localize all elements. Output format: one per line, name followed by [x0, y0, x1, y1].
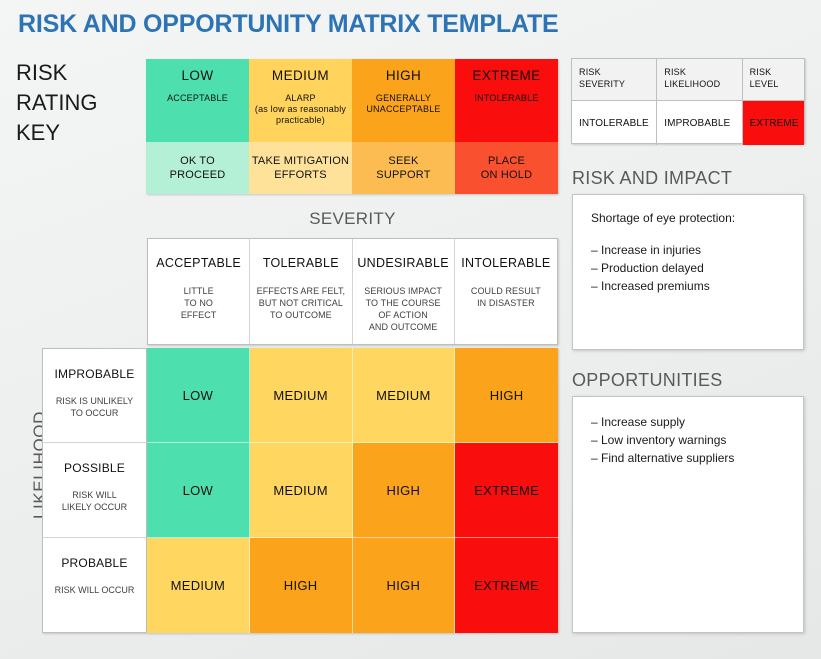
key-heading-line-3: KEY [16, 120, 61, 145]
matrix-cell-r3-c3[interactable]: HIGH [352, 538, 456, 633]
likelihood-label-column: IMPROBABLE RISK IS UNLIKELY TO OCCUR POSSIB… [42, 348, 147, 633]
severity-column-name: INTOLERABLE [461, 256, 551, 270]
summary-value-1: INTOLERABLE [572, 101, 658, 145]
key-action-medium: TAKE MITIGATION EFFORTS [249, 142, 352, 194]
key-level-name: HIGH [385, 68, 422, 83]
severity-column-intolerable: INTOLERABLE COULD RESULT IN DISASTER [455, 239, 557, 344]
key-level-medium: MEDIUM ALARP (as low as reasonably practica… [249, 59, 352, 142]
key-level-low: LOW ACCEPTABLE [146, 59, 249, 142]
key-action-high: SEEK SUPPORT [352, 142, 455, 194]
key-level-name: EXTREME [472, 68, 541, 83]
key-action-extreme: PLACE ON HOLD [455, 142, 558, 194]
matrix-cell-r3-c1[interactable]: MEDIUM [147, 538, 250, 633]
summary-header-3: RISK LEVEL [742, 59, 804, 101]
matrix-cell-r2-c1[interactable]: LOW [147, 443, 250, 538]
matrix-cell-r2-c4[interactable]: EXTREME [455, 443, 558, 538]
likelihood-row-name: IMPROBABLE [54, 367, 135, 381]
key-level-extreme: EXTREME INTOLERABLE [455, 59, 558, 142]
matrix-cell-r3-c2[interactable]: HIGH [249, 538, 353, 633]
opportunities-panel: – Increase supply – Low inventory warning… [572, 396, 804, 633]
severity-column-tolerable: TOLERABLE EFFECTS ARE FELT, BUT NOT CRITIC… [250, 239, 353, 344]
risk-and-impact-item: – Increased premiums [591, 279, 710, 293]
key-level-high: HIGH GENERALLY UNACCEPTABLE [352, 59, 455, 142]
risk-and-impact-panel: Shortage of eye protection: – Increase i… [572, 194, 804, 350]
key-action-text: OK TO PROCEED [169, 155, 226, 181]
page-title: RISK AND OPPORTUNITY MATRIX TEMPLATE [18, 10, 559, 38]
key-level-descriptor: GENERALLY UNACCEPTABLE [366, 93, 441, 114]
key-action-text: SEEK SUPPORT [376, 155, 431, 181]
summary-header-1: RISK SEVERITY [572, 59, 658, 101]
matrix-cell-r3-c4[interactable]: EXTREME [455, 538, 558, 633]
opportunities-item: – Low inventory warnings [591, 433, 727, 447]
risk-rating-key-table: LOW ACCEPTABLE MEDIUM ALARP (as low as reaso… [146, 59, 558, 194]
risk-and-impact-list: – Increase in injuries – Production delay… [591, 241, 785, 295]
severity-column-description: COULD RESULT IN DISASTER [470, 286, 541, 308]
summary-value-2: IMPROBABLE [657, 101, 743, 145]
likelihood-row-name: PROBABLE [61, 555, 128, 570]
severity-column-description: LITTLE TO NO EFFECT [180, 286, 217, 320]
matrix-cell-r1-c4[interactable]: HIGH [455, 348, 558, 443]
opportunities-item: – Find alternative suppliers [591, 451, 735, 465]
severity-column-name: ACCEPTABLE [156, 256, 241, 270]
risk-and-impact-item: – Increase in injuries [591, 243, 702, 257]
risk-matrix-grid: LOW MEDIUM MEDIUM HIGH LOW MEDIUM HIGH EXTREME M… [147, 348, 558, 633]
summary-value-3: EXTREME [742, 101, 804, 145]
risk-and-impact-title: Shortage of eye protection: [591, 211, 736, 225]
severity-header-row: ACCEPTABLE LITTLE TO NO EFFECT TOLERABLE EFFE… [147, 238, 558, 345]
severity-column-description: EFFECTS ARE FELT, BUT NOT CRITICAL TO OUTC… [256, 286, 346, 320]
matrix-cell-r1-c1[interactable]: LOW [147, 348, 250, 443]
key-heading-line-2: RATING [16, 90, 98, 115]
likelihood-row-improbable: IMPROBABLE RISK IS UNLIKELY TO OCCUR [43, 349, 146, 444]
summary-header-2: RISK LIKELIHOOD [657, 59, 743, 101]
likelihood-row-name: POSSIBLE [64, 461, 125, 476]
severity-column-description: SERIOUS IMPACT TO THE COURSE OF ACTION AND … [364, 286, 442, 332]
opportunities-heading: OPPORTUNITIES [572, 370, 723, 390]
matrix-cell-r2-c2[interactable]: MEDIUM [249, 443, 353, 538]
opportunities-item: – Increase supply [591, 415, 686, 429]
severity-column-undesirable: UNDESIRABLE SERIOUS IMPACT TO THE COURSE OF… [353, 239, 455, 344]
likelihood-row-possible: POSSIBLE RISK WILL LIKELY OCCUR [43, 443, 146, 538]
key-level-descriptor: INTOLERABLE [474, 93, 539, 103]
opportunities-list: – Increase supply – Low inventory warning… [591, 413, 785, 467]
matrix-cell-r2-c3[interactable]: HIGH [352, 443, 456, 538]
risk-and-impact-heading: RISK AND IMPACT [572, 168, 733, 188]
likelihood-row-description: RISK WILL OCCUR [54, 584, 135, 595]
likelihood-row-description: RISK IS UNLIKELY TO OCCUR [55, 396, 134, 418]
risk-summary-table: RISK SEVERITY RISK LIKELIHOOD RISK LEVEL INTOL… [571, 58, 805, 145]
key-level-name: MEDIUM [271, 68, 330, 83]
likelihood-row-description: RISK WILL LIKELY OCCUR [61, 490, 128, 513]
key-level-name: LOW [181, 68, 214, 83]
severity-column-acceptable: ACCEPTABLE LITTLE TO NO EFFECT [148, 239, 251, 344]
matrix-cell-r1-c3[interactable]: MEDIUM [352, 348, 456, 443]
risk-and-impact-item: – Production delayed [591, 261, 704, 275]
severity-column-name: TOLERABLE [262, 256, 339, 270]
matrix-cell-r1-c2[interactable]: MEDIUM [249, 348, 353, 443]
risk-rating-key-heading: RISK RATING KEY [16, 58, 97, 148]
key-action-text: TAKE MITIGATION EFFORTS [251, 155, 350, 181]
key-action-text: PLACE ON HOLD [480, 155, 533, 181]
key-heading-line-1: RISK [16, 60, 68, 85]
key-action-low: OK TO PROCEED [146, 142, 249, 194]
key-level-descriptor: ACCEPTABLE [167, 93, 228, 103]
severity-axis-label: SEVERITY [309, 209, 396, 228]
key-level-descriptor: ALARP (as low as reasonably practicable) [254, 93, 347, 125]
risk-matrix-page: RISK AND OPPORTUNITY MATRIX TEMPLATE RIS… [0, 0, 821, 659]
likelihood-row-probable: PROBABLE RISK WILL OCCUR [43, 538, 146, 632]
severity-column-name: UNDESIRABLE [357, 256, 449, 270]
